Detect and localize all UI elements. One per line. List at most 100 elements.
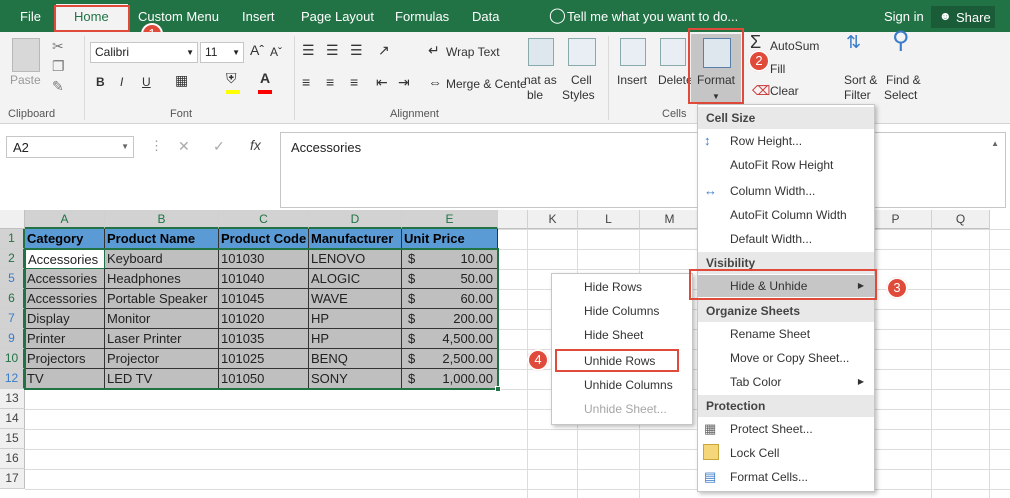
table-cell[interactable]: 101050 [219,369,309,389]
table-header-cell[interactable]: Manufacturer [309,229,402,249]
column-header-l[interactable]: L [578,210,640,229]
table-cell[interactable]: 101040 [219,269,309,289]
table-cell[interactable]: Printer [25,329,105,349]
table-header-cell[interactable]: Category [25,229,105,249]
orientation-icon[interactable]: ↗ [378,43,390,57]
clear-button[interactable]: Clear [770,85,799,98]
table-cell[interactable]: Projectors [25,349,105,369]
font-color-icon[interactable]: A [260,71,270,85]
shrink-font-icon[interactable]: Aˇ [270,46,282,59]
align-left-icon[interactable]: ≡ [302,75,310,89]
underline-button[interactable]: U [142,76,151,89]
table-cell[interactable]: Monitor [105,309,219,329]
table-header-cell[interactable]: Product Name [105,229,219,249]
align-top-icon[interactable]: ☰ [302,43,315,57]
name-box[interactable]: A2 ▼ [6,136,134,158]
format-as-table-label-2[interactable]: ble [527,89,543,102]
select-all-corner[interactable] [0,210,25,229]
table-cell-price[interactable]: $60.00 [402,289,498,309]
tab-file[interactable]: File [20,9,41,24]
column-header-a[interactable]: A [25,210,105,229]
enter-icon[interactable]: ✓ [213,138,225,155]
table-cell[interactable]: Laser Printer [105,329,219,349]
align-right-icon[interactable]: ≡ [350,75,358,89]
table-cell[interactable]: 101035 [219,329,309,349]
insert-cells-icon[interactable] [620,38,646,66]
sort-filter-label-2[interactable]: Filter [844,89,871,102]
insert-function-icon[interactable]: fx [250,137,261,153]
format-as-table-label-1[interactable]: nat as [524,74,557,87]
font-name-select[interactable]: Calibri ▼ [90,42,198,63]
row-header-2[interactable]: 2 [0,249,25,269]
table-cell[interactable]: Accessories [25,269,105,289]
bold-button[interactable]: B [96,76,105,89]
row-header-16[interactable]: 16 [0,449,25,469]
column-header-m[interactable]: M [640,210,700,229]
row-header-15[interactable]: 15 [0,429,25,449]
copy-icon[interactable]: ❐ [52,59,65,73]
table-cell[interactable]: Headphones [105,269,219,289]
row-header-10[interactable]: 10 [0,349,25,369]
table-cell[interactable]: 101020 [219,309,309,329]
row-header-7[interactable]: 7 [0,309,25,329]
row-header-5[interactable]: 5 [0,269,25,289]
menu-item-column-width[interactable]: Column Width... [698,180,874,202]
table-cell[interactable]: SONY [309,369,402,389]
table-cell-price[interactable]: $2,500.00 [402,349,498,369]
tab-insert[interactable]: Insert [242,9,275,24]
paste-button[interactable]: Paste [10,74,41,87]
menu-item-rename-sheet[interactable]: Rename Sheet [698,323,874,345]
borders-icon[interactable]: ▦ [175,73,188,87]
table-cell[interactable]: LED TV [105,369,219,389]
fill-handle[interactable] [495,386,501,392]
format-painter-icon[interactable]: ✎ [52,79,64,93]
formula-input[interactable]: Accessories ▲ [280,132,1006,208]
row-header-1[interactable]: 1 [0,229,25,249]
find-icon[interactable]: ⚲ [892,29,910,53]
table-cell[interactable]: LENOVO [309,249,402,269]
share-button[interactable]: ☻ Share [931,6,995,28]
menu-item-format-cells[interactable]: Format Cells... [698,466,874,488]
table-cell-price[interactable]: $200.00 [402,309,498,329]
table-cell-price[interactable]: $50.00 [402,269,498,289]
cell-styles-icon[interactable] [568,38,596,66]
menu-item-tab-color[interactable]: Tab Color ▶ [698,371,874,393]
menu-item-hide-rows[interactable]: Hide Rows [552,276,692,298]
table-cell[interactable]: Projector [105,349,219,369]
table-cell[interactable]: ALOGIC [309,269,402,289]
row-header-17[interactable]: 17 [0,469,25,489]
menu-item-autofit-column-width[interactable]: AutoFit Column Width [698,204,874,226]
table-header-cell[interactable]: Unit Price [402,229,498,249]
menu-item-move-copy-sheet[interactable]: Move or Copy Sheet... [698,347,874,369]
insert-button[interactable]: Insert [617,74,647,87]
tab-page-layout[interactable]: Page Layout [301,9,374,24]
tell-me-search[interactable]: Tell me what you want to do... [567,9,738,24]
sort-filter-label-1[interactable]: Sort & [844,74,877,87]
eraser-icon[interactable]: ⌫ [752,84,770,97]
increase-indent-icon[interactable]: ⇥ [398,75,410,89]
decrease-indent-icon[interactable]: ⇤ [376,75,388,89]
find-select-label-2[interactable]: Select [884,89,917,102]
column-header-k[interactable]: K [528,210,578,229]
tab-data[interactable]: Data [472,9,499,24]
cancel-icon[interactable]: ✕ [178,138,190,155]
table-cell[interactable]: BENQ [309,349,402,369]
row-header-14[interactable]: 14 [0,409,25,429]
sign-in-link[interactable]: Sign in [884,9,924,24]
table-cell-price[interactable]: $10.00 [402,249,498,269]
table-cell[interactable]: Keyboard [105,249,219,269]
fill-color-icon[interactable] [226,90,240,94]
align-middle-icon[interactable]: ☰ [326,43,339,57]
row-header-13[interactable]: 13 [0,389,25,409]
autosum-icon[interactable]: Σ [750,33,761,51]
menu-item-row-height[interactable]: Row Height... [698,130,874,152]
table-cell[interactable]: 101025 [219,349,309,369]
column-header-e[interactable]: E [402,210,498,229]
table-header-cell[interactable]: Product Code [219,229,309,249]
font-size-select[interactable]: 11 ▼ [200,42,244,63]
cell-styles-label-1[interactable]: Cell [571,74,592,87]
menu-item-hide-columns[interactable]: Hide Columns [552,300,692,322]
delete-cells-icon[interactable] [660,38,686,66]
sort-filter-icon[interactable]: ⇅ [846,33,861,51]
italic-button[interactable]: I [120,76,123,89]
